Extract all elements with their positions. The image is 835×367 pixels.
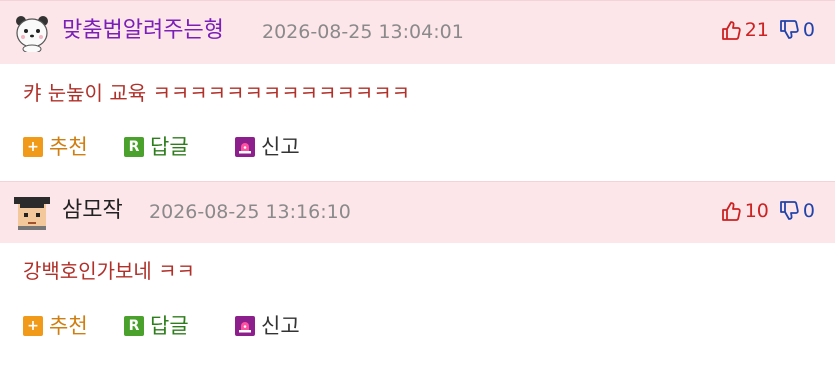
- thumbs-up-icon[interactable]: [720, 19, 742, 41]
- recommend-button[interactable]: + 추천: [23, 313, 88, 339]
- downvote-count: 0: [802, 19, 815, 41]
- upvote-count: 10: [744, 200, 769, 222]
- report-label: 신고: [261, 135, 300, 159]
- reply-r-icon: R: [124, 316, 144, 336]
- graduate-avatar-icon[interactable]: [12, 193, 52, 233]
- reply-label: 답글: [150, 314, 189, 338]
- reply-button[interactable]: R 답글: [124, 134, 189, 160]
- upvote-count: 21: [744, 19, 769, 41]
- comment-text: 캬 눈높이 교육 ㅋㅋㅋㅋㅋㅋㅋㅋㅋㅋㅋㅋㅋㅋ: [23, 81, 411, 105]
- siren-icon: [235, 316, 255, 336]
- comment-item: 맞춤법알려주는형 2026-08-25 13:04:01 21 0 캬 눈높이 …: [0, 0, 835, 181]
- comment-text: 강백호인가보네 ㅋㅋ: [23, 259, 195, 283]
- recommend-label: 추천: [49, 135, 88, 159]
- vote-counts: 21 0: [720, 19, 815, 41]
- reply-label: 답글: [150, 135, 189, 159]
- comment-timestamp: 2026-08-25 13:04:01: [262, 21, 464, 43]
- comment-author[interactable]: 삼모작: [62, 198, 123, 224]
- recommend-label: 추천: [49, 314, 88, 338]
- report-button[interactable]: 신고: [235, 313, 300, 339]
- comment-header: 삼모작 2026-08-25 13:16:10 10 0: [0, 181, 835, 243]
- report-button[interactable]: 신고: [235, 134, 300, 160]
- siren-icon: [235, 137, 255, 157]
- recommend-button[interactable]: + 추천: [23, 134, 88, 160]
- reply-button[interactable]: R 답글: [124, 313, 189, 339]
- thumbs-down-icon[interactable]: [778, 200, 800, 222]
- reply-r-icon: R: [124, 137, 144, 157]
- panda-avatar-icon[interactable]: [12, 12, 52, 54]
- downvote-count: 0: [802, 200, 815, 222]
- thumbs-down-icon[interactable]: [778, 19, 800, 41]
- comment-author[interactable]: 맞춤법알려주는형: [62, 18, 224, 44]
- vote-counts: 10 0: [720, 200, 815, 222]
- comment-item: 삼모작 2026-08-25 13:16:10 10 0 강백호인가보네 ㅋㅋ …: [0, 181, 835, 360]
- comment-timestamp: 2026-08-25 13:16:10: [149, 201, 351, 223]
- thumbs-up-icon[interactable]: [720, 200, 742, 222]
- plus-icon: +: [23, 316, 43, 336]
- comment-actions: + 추천 R 답글 신고: [0, 122, 835, 181]
- comment-actions: + 추천 R 답글 신고: [0, 301, 835, 360]
- comment-header: 맞춤법알려주는형 2026-08-25 13:04:01 21 0: [0, 0, 835, 64]
- report-label: 신고: [261, 314, 300, 338]
- plus-icon: +: [23, 137, 43, 157]
